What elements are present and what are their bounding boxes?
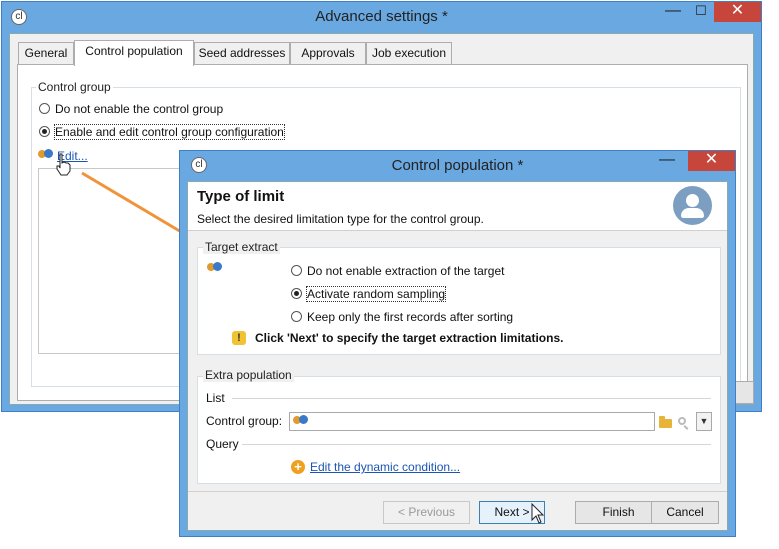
minimize-button[interactable]: — xyxy=(654,151,680,171)
list-separator xyxy=(232,398,711,399)
footer-separator xyxy=(188,491,727,492)
option-first-records-label[interactable]: Keep only the first records after sortin… xyxy=(307,310,513,324)
folder-icon[interactable] xyxy=(659,416,672,428)
control-group-input[interactable] xyxy=(289,412,655,431)
add-icon[interactable]: + xyxy=(291,460,305,474)
extra-population-label: Extra population xyxy=(203,368,294,382)
query-separator xyxy=(242,444,711,445)
dialog-header: Type of limit Select the desired limitat… xyxy=(188,182,727,231)
radio-first-records[interactable] xyxy=(291,311,302,322)
group-link-icon xyxy=(293,415,309,429)
warning-icon: ! xyxy=(232,331,246,345)
cancel-button[interactable]: Cancel xyxy=(651,501,719,524)
close-button[interactable]: ✕ xyxy=(688,151,735,171)
query-label: Query xyxy=(206,437,239,451)
previous-button[interactable]: < Previous xyxy=(383,501,470,524)
list-label: List xyxy=(206,391,225,405)
tab-control-population[interactable]: Control population xyxy=(74,40,194,66)
control-population-dialog: cl Control population * — ✕ Type of limi… xyxy=(179,150,736,537)
radio-random-sampling[interactable] xyxy=(291,288,302,299)
warning-text: Click 'Next' to specify the target extra… xyxy=(255,331,564,345)
control-group-field-label: Control group: xyxy=(206,414,283,428)
header-subtitle: Select the desired limitation type for t… xyxy=(197,212,484,226)
edit-dynamic-condition-link[interactable]: Edit the dynamic condition... xyxy=(310,460,460,474)
user-avatar-icon xyxy=(673,186,712,225)
header-title: Type of limit xyxy=(197,188,285,205)
option-random-sampling-label[interactable]: Activate random sampling xyxy=(305,286,447,302)
finish-button[interactable]: Finish xyxy=(575,501,662,524)
option-no-extraction-label[interactable]: Do not enable extraction of the target xyxy=(307,264,504,278)
mouse-pointer-icon xyxy=(531,503,545,524)
users-icon xyxy=(207,262,223,276)
dialog-client: Type of limit Select the desired limitat… xyxy=(187,181,728,531)
chevron-down-icon[interactable]: ▼ xyxy=(696,412,712,431)
target-extract-label: Target extract xyxy=(203,240,280,254)
search-icon[interactable] xyxy=(678,417,686,425)
radio-no-extraction[interactable] xyxy=(291,265,302,276)
dialog-title: Control population * xyxy=(391,157,524,174)
